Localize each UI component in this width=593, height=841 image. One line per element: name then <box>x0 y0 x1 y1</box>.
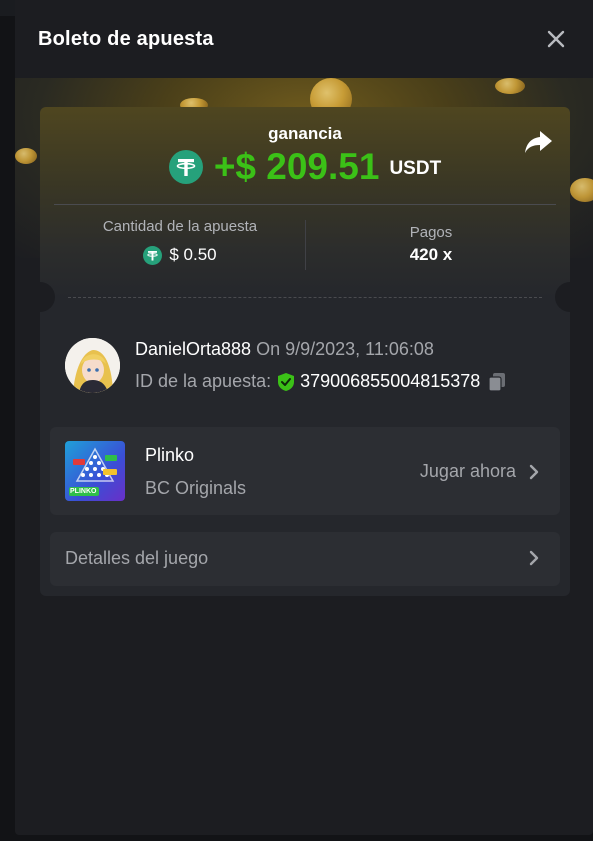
avatar-image <box>65 338 120 393</box>
modal-header: Boleto de apuesta <box>15 0 593 78</box>
game-provider: BC Originals <box>145 478 247 498</box>
bet-amount-value: $ 0.50 <box>169 245 217 264</box>
thumbnail-label: PLINKO <box>70 488 97 495</box>
ticket-result-area: ganancia +$ 209.51 USDT Cantidad de la a… <box>40 107 570 297</box>
shield-check-icon <box>278 372 295 391</box>
chevron-right-icon <box>529 464 539 479</box>
bet-ticket: ganancia +$ 209.51 USDT Cantidad de la a… <box>40 107 570 596</box>
bet-id-row: ID de la apuesta: 379006855004815378 <box>135 371 506 392</box>
payout-label: Pagos <box>409 224 453 241</box>
bet-amount-value-row: $ 0.50 <box>54 244 306 266</box>
tether-icon <box>143 245 163 265</box>
game-details-row[interactable]: Detalles del juego <box>50 532 560 586</box>
result-row: +$ 209.51 USDT <box>40 145 570 189</box>
share-icon <box>525 131 552 153</box>
username-line: DanielOrta888 On 9/9/2023, 11:06:08 <box>135 339 434 360</box>
bet-datetime: On 9/9/2023, 11:06:08 <box>256 339 434 359</box>
username[interactable]: DanielOrta888 <box>135 339 251 359</box>
modal-title: Boleto de apuesta <box>38 28 214 50</box>
game-thumbnail: PLINKO <box>65 441 125 501</box>
close-icon <box>547 30 565 48</box>
ticket-perforation <box>68 297 542 298</box>
win-currency: USDT <box>389 158 442 179</box>
game-name: Plinko <box>145 445 195 465</box>
game-card[interactable]: PLINKO Plinko BC Originals Jugar ahora <box>50 427 560 515</box>
payout-value: 420 x <box>409 245 453 264</box>
coin-decoration <box>495 78 525 94</box>
win-amount: +$ 209.51 <box>213 146 380 187</box>
game-details-label: Detalles del juego <box>65 548 209 568</box>
divider <box>54 204 556 205</box>
close-button[interactable] <box>543 26 569 52</box>
coin-decoration <box>15 148 37 164</box>
share-button[interactable] <box>524 129 554 155</box>
avatar[interactable] <box>65 338 120 393</box>
copy-button[interactable] <box>488 372 506 392</box>
result-label: ganancia <box>268 124 342 143</box>
chevron-right-icon <box>529 550 539 566</box>
play-now-link[interactable]: Jugar ahora <box>420 461 542 482</box>
tether-icon <box>168 150 203 184</box>
bet-slip-modal: Boleto de apuesta ganancia +$ 209.51 USD… <box>15 0 593 835</box>
coin-decoration <box>570 178 593 202</box>
bet-id-label: ID de la apuesta: <box>135 371 272 391</box>
bet-id-value: 379006855004815378 <box>300 371 481 391</box>
bet-amount-label: Cantidad de la apuesta <box>102 218 258 235</box>
play-now-label: Jugar ahora <box>419 461 516 481</box>
copy-icon <box>488 372 506 392</box>
